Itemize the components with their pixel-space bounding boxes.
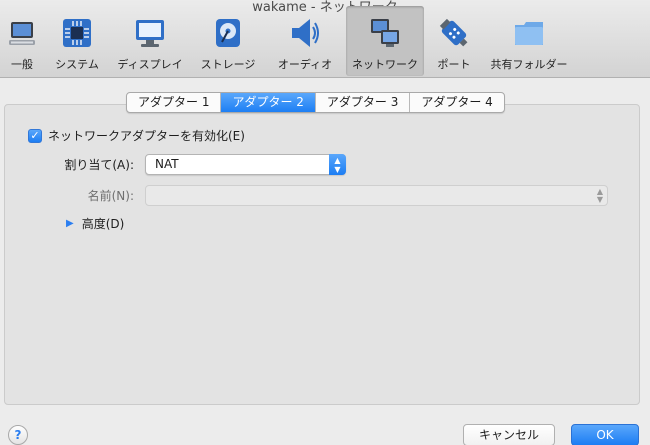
toolbar-label: 一般 <box>11 58 33 71</box>
advanced-label: 高度(D) <box>81 217 125 231</box>
help-button[interactable]: ? <box>8 425 28 445</box>
cancel-button[interactable]: キャンセル <box>463 424 555 445</box>
shared-folder-icon <box>515 22 543 45</box>
attached-to-select[interactable]: NAT ▲ ▼ <box>145 154 346 175</box>
toolbar-label: システム <box>55 58 99 71</box>
toolbar-item-audio[interactable]: オーディオ <box>272 10 338 74</box>
name-select: ▲ ▼ <box>145 185 608 206</box>
tab-adapter-3[interactable]: アダプター 3 <box>316 93 411 112</box>
toolbar-item-ports[interactable]: ポート <box>432 10 476 74</box>
settings-panel <box>4 104 640 405</box>
network-icon <box>371 19 399 47</box>
general-icon <box>9 22 35 45</box>
audio-speaker-icon <box>292 19 319 47</box>
toolbar-item-network[interactable]: ネットワーク <box>346 6 424 76</box>
name-label: 名前(N): <box>87 189 134 203</box>
enable-adapter-row[interactable]: ✓ ネットワークアダプターを有効化(E) <box>28 127 245 144</box>
advanced-disclosure[interactable]: ▶ 高度(D) <box>66 215 124 232</box>
tab-adapter-4[interactable]: アダプター 4 <box>410 93 503 112</box>
toolbar-item-shared-folders[interactable]: 共有フォルダー <box>486 10 572 74</box>
adapter-tabs: アダプター 1 アダプター 2 アダプター 3 アダプター 4 <box>126 92 505 113</box>
display-monitor-icon <box>136 20 164 47</box>
toolbar-label: オーディオ <box>277 58 333 71</box>
enable-adapter-checkbox[interactable]: ✓ <box>28 128 42 143</box>
toolbar-item-display[interactable]: ディスプレイ <box>112 10 188 74</box>
toolbar-item-system[interactable]: システム <box>52 10 102 74</box>
toolbar-item-general[interactable]: 一般 <box>2 10 42 74</box>
port-connector-icon <box>439 18 468 47</box>
select-arrows-icon: ▲ ▼ <box>329 154 346 175</box>
attached-to-label: 割り当て(A): <box>64 158 134 172</box>
toolbar-label: 共有フォルダー <box>490 58 568 71</box>
storage-disk-icon <box>216 19 240 47</box>
tab-adapter-1[interactable]: アダプター 1 <box>127 93 222 112</box>
enable-adapter-label: ネットワークアダプターを有効化(E) <box>48 129 245 143</box>
toolbar-label: ディスプレイ <box>117 58 183 71</box>
toolbar-label: ネットワーク <box>352 58 418 71</box>
tab-adapter-2[interactable]: アダプター 2 <box>221 93 316 112</box>
disclosure-triangle-icon[interactable]: ▶ <box>66 218 74 229</box>
ok-button[interactable]: OK <box>571 424 639 445</box>
toolbar-item-storage[interactable]: ストレージ <box>196 10 260 74</box>
toolbar-label: ポート <box>437 58 471 71</box>
window-toolbar: wakame - ネットワーク 一般 システム ディスプレイ ストレージ オーデ… <box>0 0 650 78</box>
attached-to-value: NAT <box>155 157 179 171</box>
toolbar-label: ストレージ <box>200 58 256 71</box>
select-arrows-icon: ▲ ▼ <box>596 187 603 204</box>
system-chip-icon <box>63 19 91 47</box>
